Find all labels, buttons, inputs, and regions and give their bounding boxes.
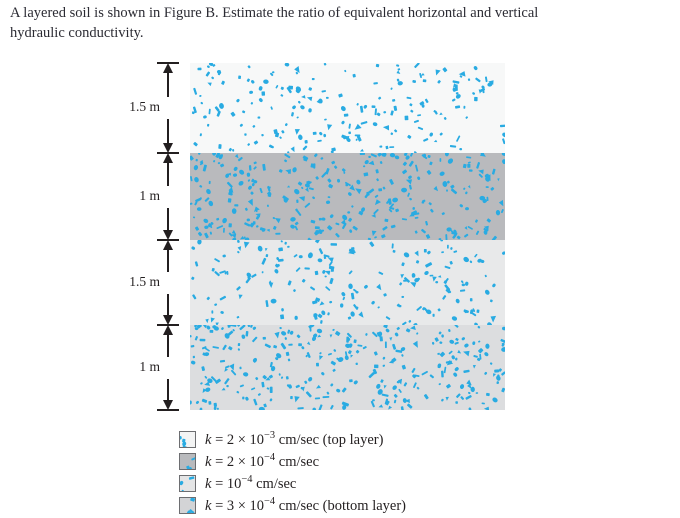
legend-third-layer-label: k = 10−4 cm/sec — [205, 473, 297, 492]
legend-bottom-layer-swatch — [179, 496, 196, 514]
dim-4-line-lower — [167, 378, 169, 401]
legend-top-layer-label: k = 2 × 10−3 cm/sec (top layer) — [205, 429, 384, 448]
legend-second-layer-label: k = 2 × 10−4 cm/sec — [205, 451, 320, 470]
legend-bottom-layer-label: k = 3 × 10−4 cm/sec (bottom layer) — [205, 495, 407, 514]
dim-4-line-upper — [167, 334, 169, 357]
dim-2-line-lower — [167, 207, 169, 231]
dim-1-arrow-down — [163, 143, 173, 153]
dim-3-line-lower — [167, 293, 169, 316]
dim-1-label: 1.5 m — [129, 99, 160, 114]
dim-2-line-upper — [167, 162, 169, 186]
dim-1-line-upper — [167, 72, 169, 97]
legend-bottom-layer: k = 3 × 10−4 cm/sec (bottom layer) — [179, 494, 579, 516]
dim-3-arrow-down — [163, 315, 173, 325]
dim-3-line-upper — [167, 249, 169, 272]
legend: k = 2 × 10−3 cm/sec (top layer) k = 2 × 1… — [179, 428, 579, 516]
dim-2-label: 1 m — [139, 187, 160, 203]
legend-third-layer: k = 10−4 cm/sec — [179, 472, 579, 494]
dim-3-label: 1.5 m — [129, 273, 160, 289]
legend-second-layer-swatch — [179, 452, 196, 470]
legend-second-layer: k = 2 × 10−4 cm/sec — [179, 450, 579, 472]
legend-top-layer: k = 2 × 10−3 cm/sec (top layer) — [179, 428, 579, 450]
dim-1-line-lower — [167, 119, 169, 144]
dim-4-label: 1 m — [139, 358, 160, 374]
dim-4-arrow-down — [163, 400, 173, 410]
legend-top-layer-swatch — [179, 430, 196, 448]
legend-third-layer-swatch — [179, 474, 196, 492]
dim-2-arrow-down — [163, 230, 173, 240]
